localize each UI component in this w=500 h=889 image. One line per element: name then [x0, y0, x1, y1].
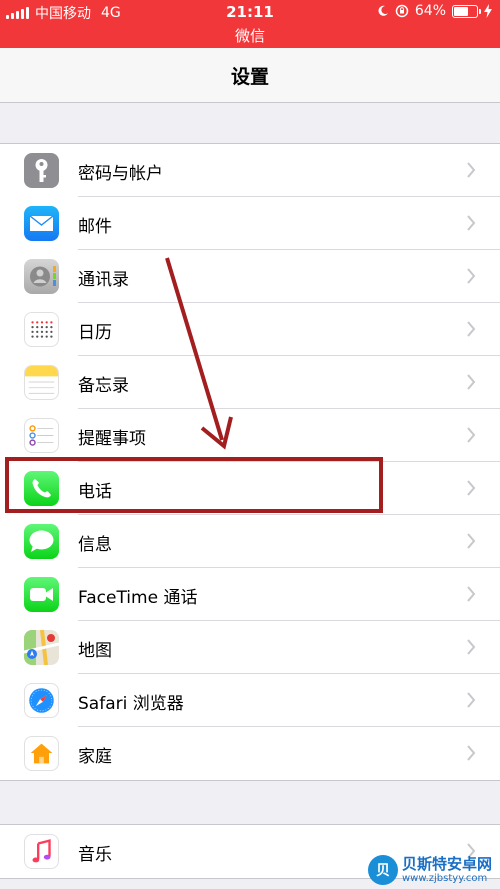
chevron-right-icon [467, 321, 476, 337]
chevron-right-icon [467, 533, 476, 549]
site-watermark: 贝 贝斯特安卓网 www.zjbstyy.com [367, 855, 492, 885]
chevron-right-icon [467, 374, 476, 390]
settings-item-messages[interactable]: 信息 [0, 515, 500, 568]
page-title: 设置 [230, 66, 269, 88]
settings-item-label: 备忘录 [78, 376, 129, 396]
settings-item-safari[interactable]: Safari 浏览器 [0, 674, 500, 727]
settings-item-facetime[interactable]: FaceTime 通话 [0, 568, 500, 621]
chevron-right-icon [467, 215, 476, 231]
settings-item-maps[interactable]: 地图 [0, 621, 500, 674]
settings-item-label: Safari 浏览器 [78, 694, 184, 714]
key-icon [24, 153, 59, 188]
chevron-right-icon [467, 639, 476, 655]
settings-item-notes[interactable]: 备忘录 [0, 356, 500, 409]
settings-item-label: 邮件 [78, 217, 112, 237]
settings-item-home[interactable]: 家庭 [0, 727, 500, 780]
chevron-right-icon [467, 480, 476, 496]
settings-item-label: 密码与帐户 [78, 164, 163, 184]
messages-icon [24, 524, 59, 559]
watermark-title: 贝斯特安卓网 [401, 855, 492, 874]
settings-item-label: 日历 [78, 323, 112, 343]
phone-icon [24, 471, 59, 506]
settings-item-contacts[interactable]: 通讯录 [0, 250, 500, 303]
status-right: 64% [377, 3, 492, 19]
music-icon [24, 834, 59, 869]
settings-item-mail[interactable]: 邮件 [0, 197, 500, 250]
charging-bolt-icon [484, 4, 492, 18]
calendar-icon [24, 312, 59, 347]
settings-item-passwords-accounts[interactable]: 密码与帐户 [0, 144, 500, 197]
mail-icon [24, 206, 59, 241]
chevron-right-icon [467, 586, 476, 602]
moon-icon [378, 5, 388, 16]
settings-item-calendar[interactable]: 日历 [0, 303, 500, 356]
watermark-url: www.zjbstyy.com [401, 872, 488, 884]
watermark-logo: 贝 [367, 855, 398, 885]
safari-icon [24, 683, 59, 718]
maps-icon [24, 630, 59, 665]
rotation-lock-icon [395, 4, 409, 18]
chevron-right-icon [467, 692, 476, 708]
home-icon [24, 736, 59, 771]
settings-item-phone[interactable]: 电话 [0, 462, 500, 515]
chevron-right-icon [467, 268, 476, 284]
settings-item-label: 提醒事项 [78, 429, 146, 449]
facetime-icon [24, 577, 59, 612]
chevron-right-icon [467, 427, 476, 443]
settings-item-label: 地图 [78, 641, 112, 661]
battery-icon [452, 4, 481, 18]
chevron-right-icon [467, 745, 476, 761]
settings-item-label: FaceTime 通话 [78, 588, 198, 608]
battery-percent: 64% [414, 3, 446, 19]
contacts-icon [24, 259, 59, 294]
settings-item-label: 家庭 [78, 747, 112, 767]
settings-item-label: 信息 [78, 535, 112, 555]
settings-item-label: 电话 [78, 482, 112, 502]
navigation-bar: 设置 [0, 48, 500, 103]
settings-item-reminders[interactable]: 提醒事项 [0, 409, 500, 462]
chevron-right-icon [467, 162, 476, 178]
reminders-icon [24, 418, 59, 453]
settings-item-label: 通讯录 [78, 270, 129, 290]
settings-group: 密码与帐户 邮件 通讯录 日历 备忘录 提醒事项 电话 信息 FaceTime … [0, 143, 500, 781]
notes-icon [24, 365, 59, 400]
settings-item-label: 音乐 [78, 845, 112, 865]
return-to-app-label[interactable]: 微信 [0, 25, 500, 46]
status-bar[interactable]: 中国移动 4G 21:11 微信 64% [0, 0, 500, 48]
